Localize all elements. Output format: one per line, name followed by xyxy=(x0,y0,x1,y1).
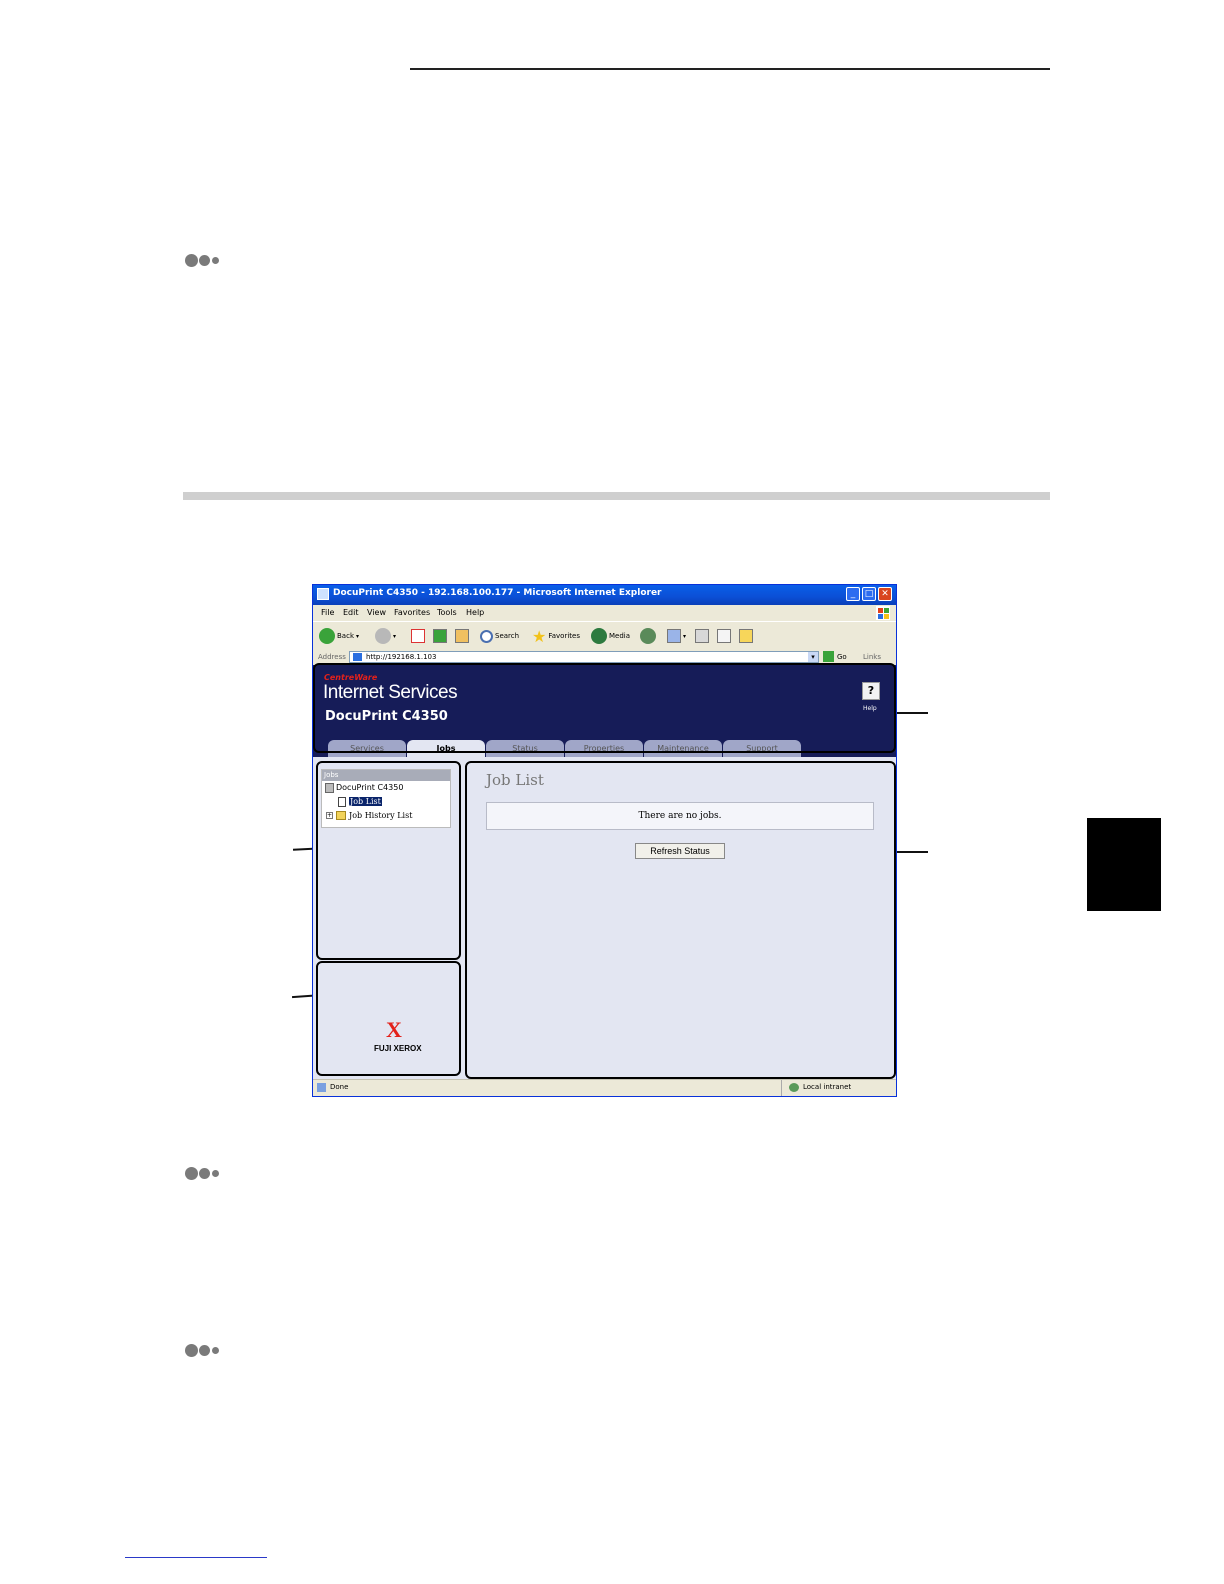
toolbar: Back ▾ ▾ Search ★ Favorites Media ▾ xyxy=(313,621,896,652)
page-icon xyxy=(353,653,362,661)
status-bar: Done Local intranet xyxy=(313,1079,896,1096)
media-button[interactable]: Media xyxy=(591,627,630,645)
minimize-icon[interactable]: _ xyxy=(846,587,860,601)
chevron-down-icon: ▾ xyxy=(356,632,360,640)
history-icon xyxy=(640,628,656,644)
menu-help[interactable]: Help xyxy=(466,608,484,617)
back-arrow-icon xyxy=(319,628,335,644)
stop-button[interactable] xyxy=(411,627,425,645)
note-icon xyxy=(739,629,753,643)
menu-file[interactable]: File xyxy=(321,608,334,617)
print-icon xyxy=(695,629,709,643)
page-done-icon xyxy=(317,1083,326,1092)
menu-frame-outline xyxy=(316,761,461,960)
search-icon xyxy=(480,629,493,643)
intranet-icon xyxy=(789,1083,799,1092)
home-icon xyxy=(455,629,469,643)
header-frame-outline xyxy=(313,663,896,753)
menu-tools[interactable]: Tools xyxy=(437,608,457,617)
menu-view[interactable]: View xyxy=(367,608,386,617)
forward-arrow-icon xyxy=(375,628,391,644)
main-frame-outline xyxy=(465,761,896,1079)
favorites-button[interactable]: ★ Favorites xyxy=(532,626,580,646)
chevron-down-icon: ▾ xyxy=(683,632,687,640)
print-button[interactable] xyxy=(695,627,709,645)
window-title: DocuPrint C4350 - 192.168.100.177 - Micr… xyxy=(333,588,662,598)
search-button[interactable]: Search xyxy=(480,627,519,645)
edit-button[interactable] xyxy=(717,627,731,645)
home-button[interactable] xyxy=(455,627,469,645)
section-separator xyxy=(183,492,1050,500)
browser-window: DocuPrint C4350 - 192.168.100.177 - Micr… xyxy=(312,584,897,1097)
address-input[interactable]: http://192168.1.103 ▾ xyxy=(349,651,819,663)
chapter-tab xyxy=(1087,818,1161,911)
maximize-icon[interactable]: □ xyxy=(862,587,876,601)
mail-icon xyxy=(667,629,681,643)
refresh-icon xyxy=(433,629,447,643)
footer-rule xyxy=(125,1557,267,1558)
section-bullet-icon xyxy=(185,1342,225,1360)
chevron-down-icon: ▾ xyxy=(393,632,397,640)
forward-button[interactable]: ▾ xyxy=(375,627,396,645)
section-bullet-icon xyxy=(185,1165,225,1183)
refresh-button[interactable] xyxy=(433,627,447,645)
messenger-button[interactable] xyxy=(739,627,753,645)
go-arrow-icon xyxy=(823,651,834,662)
menu-favorites[interactable]: Favorites xyxy=(394,608,430,617)
logo-frame-outline xyxy=(316,961,461,1076)
title-bar: DocuPrint C4350 - 192.168.100.177 - Micr… xyxy=(313,585,896,605)
chevron-down-icon[interactable]: ▾ xyxy=(808,652,818,662)
stop-icon xyxy=(411,629,425,643)
links-button[interactable]: Links xyxy=(863,653,881,661)
back-button[interactable]: Back ▾ xyxy=(319,627,359,645)
ie-icon xyxy=(317,588,329,600)
media-icon xyxy=(591,628,607,644)
status-divider xyxy=(781,1080,782,1096)
mail-button[interactable]: ▾ xyxy=(667,627,686,645)
star-icon: ★ xyxy=(532,626,547,646)
top-rule xyxy=(410,68,1050,70)
close-icon[interactable]: ✕ xyxy=(878,587,892,601)
go-button[interactable]: Go xyxy=(823,651,847,662)
section-bullet-icon xyxy=(185,252,225,270)
history-button[interactable] xyxy=(640,627,656,645)
menu-bar: File Edit View Favorites Tools Help xyxy=(313,605,896,621)
windows-flag-icon xyxy=(876,606,890,620)
callout-line-header xyxy=(896,712,928,714)
menu-edit[interactable]: Edit xyxy=(343,608,359,617)
edit-icon xyxy=(717,629,731,643)
